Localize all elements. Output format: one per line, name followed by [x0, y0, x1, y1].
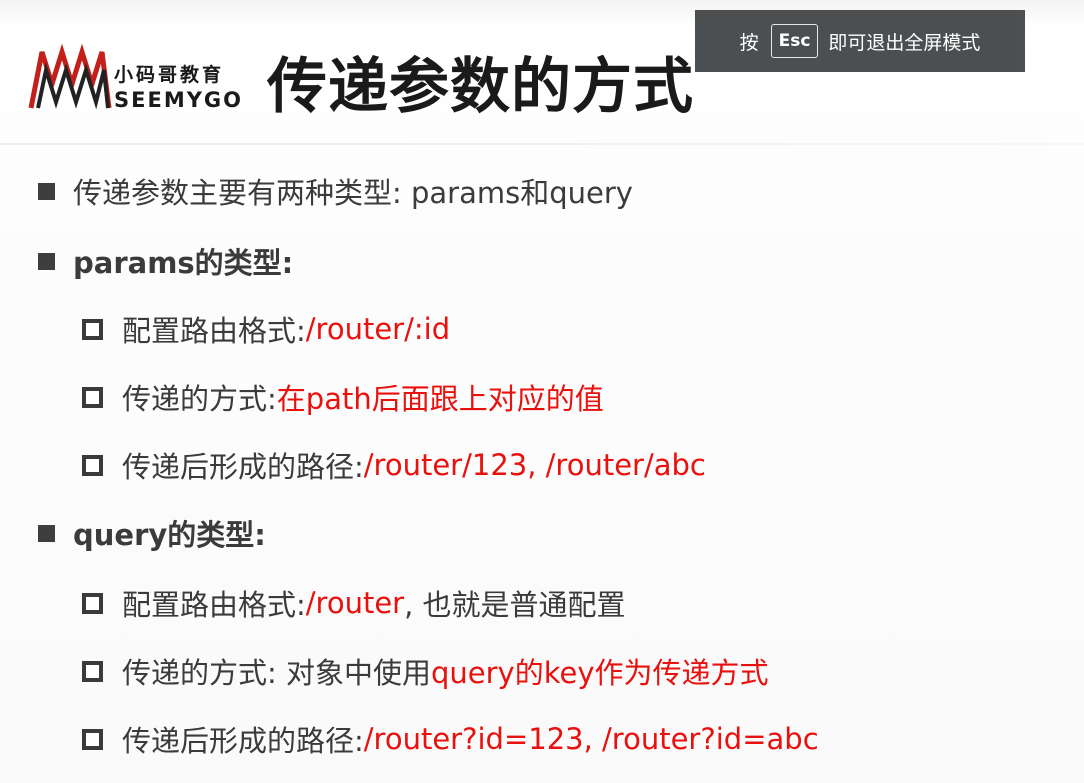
sub-item-params-route-format: 配置路由格式: /router/:id [82, 308, 450, 350]
banner-prefix: 按 [739, 31, 759, 54]
logo-mark-icon [28, 44, 112, 110]
item-value: /router [305, 586, 405, 620]
logo-english-text: SEEMYGO [114, 88, 244, 112]
slide: 小码哥教育 SEEMYGO 传递参数的方式 传递参数主要有两种类型: param… [0, 0, 1084, 783]
sub-item-query-result-path: 传递后形成的路径: /router?id=123, /router?id=abc [82, 718, 819, 760]
sub-item-params-pass-method: 传递的方式: 在path后面跟上对应的值 [82, 376, 604, 418]
item-text: 传递参数主要有两种类型: params和query [73, 176, 633, 210]
item-label: 传递的方式: [122, 382, 277, 416]
item-label: 传递的方式: 对象中使用 [122, 656, 431, 690]
item-value: 在path后面跟上对应的值 [276, 382, 604, 416]
item-value: /router/:id [305, 312, 451, 346]
banner-suffix: 即可退出全屏模式 [828, 31, 981, 54]
hollow-square-bullet-icon [82, 728, 103, 750]
item-value: query的key作为传递方式 [431, 656, 769, 690]
hollow-square-bullet-icon [82, 660, 103, 682]
item-heading: query的类型: [73, 518, 266, 552]
hollow-square-bullet-icon [82, 454, 103, 476]
item-label: 配置路由格式: [122, 314, 306, 348]
sub-item-query-pass-method: 传递的方式: 对象中使用 query的key作为传递方式 [82, 650, 768, 692]
sub-item-query-route-format: 配置路由格式: /router , 也就是普通配置 [82, 582, 626, 624]
item-rest: , 也就是普通配置 [404, 588, 626, 622]
bullet-item-query-heading: query的类型: [38, 512, 266, 554]
header-divider [0, 143, 1084, 145]
bullet-item-params-heading: params的类型: [38, 240, 293, 282]
square-bullet-icon [38, 182, 55, 200]
item-label: 传递后形成的路径: [122, 450, 364, 484]
item-label: 传递后形成的路径: [122, 724, 364, 758]
item-value: /router?id=123, /router?id=abc [363, 722, 819, 756]
item-label: 配置路由格式: [122, 588, 306, 622]
hollow-square-bullet-icon [82, 386, 103, 408]
square-bullet-icon [38, 524, 55, 542]
hollow-square-bullet-icon [82, 592, 103, 614]
hollow-square-bullet-icon [82, 318, 103, 340]
esc-key-badge: Esc [770, 24, 819, 58]
square-bullet-icon [38, 252, 55, 270]
item-value: /router/123, /router/abc [363, 448, 706, 482]
brand-logo: 小码哥教育 SEEMYGO [28, 44, 248, 114]
slide-title: 传递参数的方式 [267, 52, 694, 122]
sub-item-params-result-path: 传递后形成的路径: /router/123, /router/abc [82, 444, 706, 486]
bullet-item-overview: 传递参数主要有两种类型: params和query [38, 170, 633, 212]
item-heading: params的类型: [73, 246, 294, 280]
fullscreen-exit-banner: 按 Esc 即可退出全屏模式 [695, 10, 1025, 72]
logo-chinese-text: 小码哥教育 [114, 64, 225, 86]
